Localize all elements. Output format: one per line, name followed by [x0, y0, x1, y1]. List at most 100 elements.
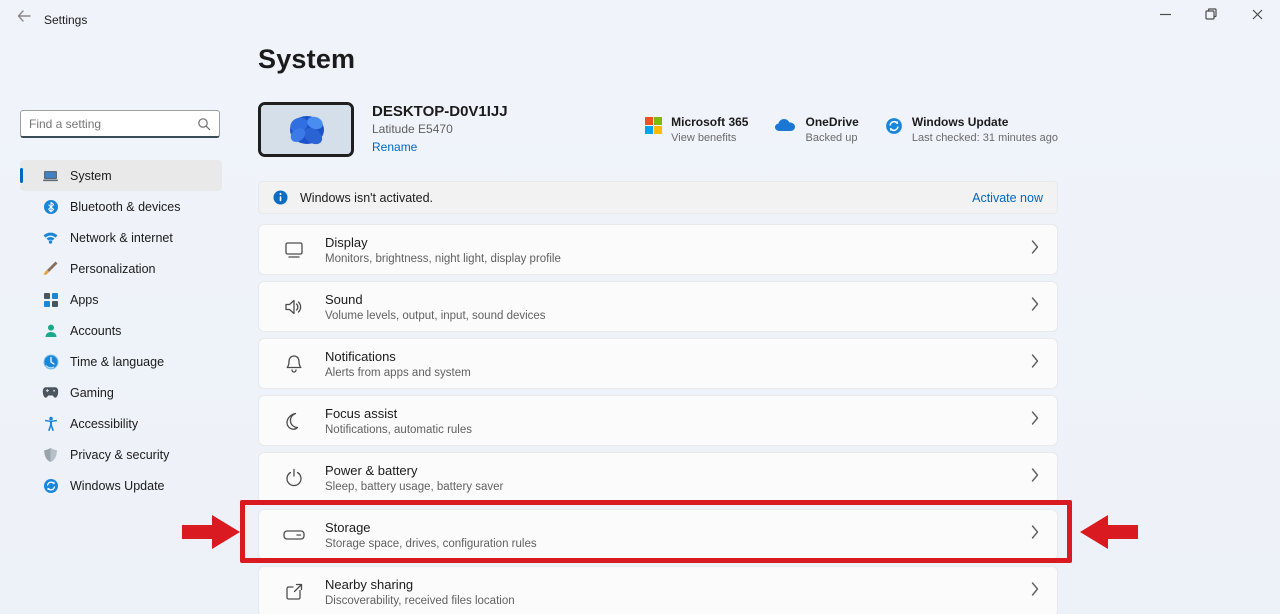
info-icon — [273, 190, 288, 205]
status-title: OneDrive — [805, 115, 858, 129]
share-icon — [283, 581, 305, 603]
sidebar-item-label: Privacy & security — [70, 448, 169, 462]
chevron-right-icon — [1031, 240, 1039, 259]
row-title: Notifications — [325, 349, 471, 364]
chevron-right-icon — [1031, 468, 1039, 487]
sidebar-item-label: Apps — [70, 293, 99, 307]
status-onedrive[interactable]: OneDrive Backed up — [774, 115, 858, 144]
monitor-icon — [283, 239, 305, 261]
gamepad-icon — [42, 384, 59, 401]
status-title: Windows Update — [912, 115, 1058, 129]
sidebar-item-personalization[interactable]: Personalization — [20, 253, 222, 284]
row-title: Power & battery — [325, 463, 503, 478]
row-nearby-sharing[interactable]: Nearby sharing Discoverability, received… — [258, 566, 1058, 614]
activate-now-link[interactable]: Activate now — [972, 191, 1043, 205]
rename-link[interactable]: Rename — [372, 140, 417, 154]
sidebar-item-accounts[interactable]: Accounts — [20, 315, 222, 346]
sidebar-item-label: Gaming — [70, 386, 114, 400]
brush-icon — [42, 260, 59, 277]
sidebar-item-privacy[interactable]: Privacy & security — [20, 439, 222, 470]
status-subtitle: Last checked: 31 minutes ago — [912, 132, 1058, 144]
settings-rows: Display Monitors, brightness, night ligh… — [258, 224, 1058, 614]
close-icon — [1252, 8, 1263, 23]
update-icon — [42, 477, 59, 494]
sidebar-item-bluetooth[interactable]: Bluetooth & devices — [20, 191, 222, 222]
status-microsoft-365[interactable]: Microsoft 365 View benefits — [645, 115, 748, 144]
sidebar-item-network[interactable]: Network & internet — [20, 222, 222, 253]
search-input[interactable] — [21, 111, 219, 136]
status-subtitle: Backed up — [805, 132, 858, 144]
chevron-right-icon — [1031, 411, 1039, 430]
device-model: Latitude E5470 — [372, 122, 508, 136]
clock-globe-icon — [42, 353, 59, 370]
sidebar-item-system[interactable]: System — [20, 160, 222, 191]
power-icon — [283, 467, 305, 489]
back-arrow-icon — [17, 10, 31, 25]
sidebar-item-label: Windows Update — [70, 479, 165, 493]
search-box — [20, 110, 220, 138]
row-subtitle: Volume levels, output, input, sound devi… — [325, 310, 546, 322]
drive-icon — [283, 524, 305, 546]
status-subtitle: View benefits — [671, 132, 748, 144]
banner-message: Windows isn't activated. — [300, 191, 433, 205]
highlight-arrow-right-pointing — [182, 513, 240, 556]
moon-icon — [283, 410, 305, 432]
chevron-right-icon — [1031, 354, 1039, 373]
chevron-right-icon — [1031, 582, 1039, 601]
minimize-button[interactable] — [1142, 0, 1188, 30]
update-icon — [885, 117, 903, 140]
laptop-icon — [42, 167, 59, 184]
row-storage[interactable]: Storage Storage space, drives, configura… — [258, 509, 1058, 560]
sidebar-item-label: Personalization — [70, 262, 155, 276]
sidebar-item-apps[interactable]: Apps — [20, 284, 222, 315]
activation-banner: Windows isn't activated. Activate now — [258, 181, 1058, 214]
person-icon — [42, 322, 59, 339]
row-title: Nearby sharing — [325, 577, 515, 592]
back-button[interactable] — [10, 6, 38, 28]
row-notifications[interactable]: Notifications Alerts from apps and syste… — [258, 338, 1058, 389]
page-title: System — [258, 44, 1058, 75]
row-focus-assist[interactable]: Focus assist Notifications, automatic ru… — [258, 395, 1058, 446]
restore-icon — [1205, 8, 1217, 23]
sidebar-item-label: Network & internet — [70, 231, 173, 245]
bell-icon — [283, 353, 305, 375]
row-subtitle: Alerts from apps and system — [325, 367, 471, 379]
row-subtitle: Sleep, battery usage, battery saver — [325, 481, 503, 493]
close-button[interactable] — [1234, 0, 1280, 30]
minimize-icon — [1160, 8, 1171, 23]
sidebar-item-label: System — [70, 169, 112, 183]
row-subtitle: Discoverability, received files location — [325, 595, 515, 607]
sidebar-item-time-language[interactable]: Time & language — [20, 346, 222, 377]
speaker-icon — [283, 296, 305, 318]
status-windows-update[interactable]: Windows Update Last checked: 31 minutes … — [885, 115, 1058, 144]
apps-grid-icon — [42, 291, 59, 308]
row-subtitle: Notifications, automatic rules — [325, 424, 472, 436]
sidebar-item-windows-update[interactable]: Windows Update — [20, 470, 222, 501]
sidebar-item-label: Accessibility — [70, 417, 138, 431]
app-title: Settings — [44, 13, 87, 27]
sidebar-item-label: Accounts — [70, 324, 121, 338]
row-title: Sound — [325, 292, 546, 307]
device-header: DESKTOP-D0V1IJJ Latitude E5470 Rename Mi… — [258, 101, 1058, 157]
row-display[interactable]: Display Monitors, brightness, night ligh… — [258, 224, 1058, 275]
row-subtitle: Monitors, brightness, night light, displ… — [325, 253, 561, 265]
main-content: System DESKTOP-D0V1IJJ Latitude E5470 Re… — [258, 0, 1058, 614]
onedrive-cloud-icon — [774, 117, 796, 137]
status-title: Microsoft 365 — [671, 115, 748, 129]
highlight-arrow-left-pointing — [1080, 513, 1138, 556]
chevron-right-icon — [1031, 525, 1039, 544]
row-power-battery[interactable]: Power & battery Sleep, battery usage, ba… — [258, 452, 1058, 503]
maximize-button[interactable] — [1188, 0, 1234, 30]
sidebar-item-gaming[interactable]: Gaming — [20, 377, 222, 408]
sidebar-item-label: Bluetooth & devices — [70, 200, 181, 214]
device-name: DESKTOP-D0V1IJJ — [372, 103, 508, 120]
row-title: Focus assist — [325, 406, 472, 421]
sidebar-item-label: Time & language — [70, 355, 164, 369]
bluetooth-icon — [42, 198, 59, 215]
row-subtitle: Storage space, drives, configuration rul… — [325, 538, 537, 550]
settings-window: Settings System — [0, 0, 1280, 614]
sidebar-item-accessibility[interactable]: Accessibility — [20, 408, 222, 439]
row-title: Display — [325, 235, 561, 250]
row-sound[interactable]: Sound Volume levels, output, input, soun… — [258, 281, 1058, 332]
microsoft-logo — [645, 117, 662, 139]
